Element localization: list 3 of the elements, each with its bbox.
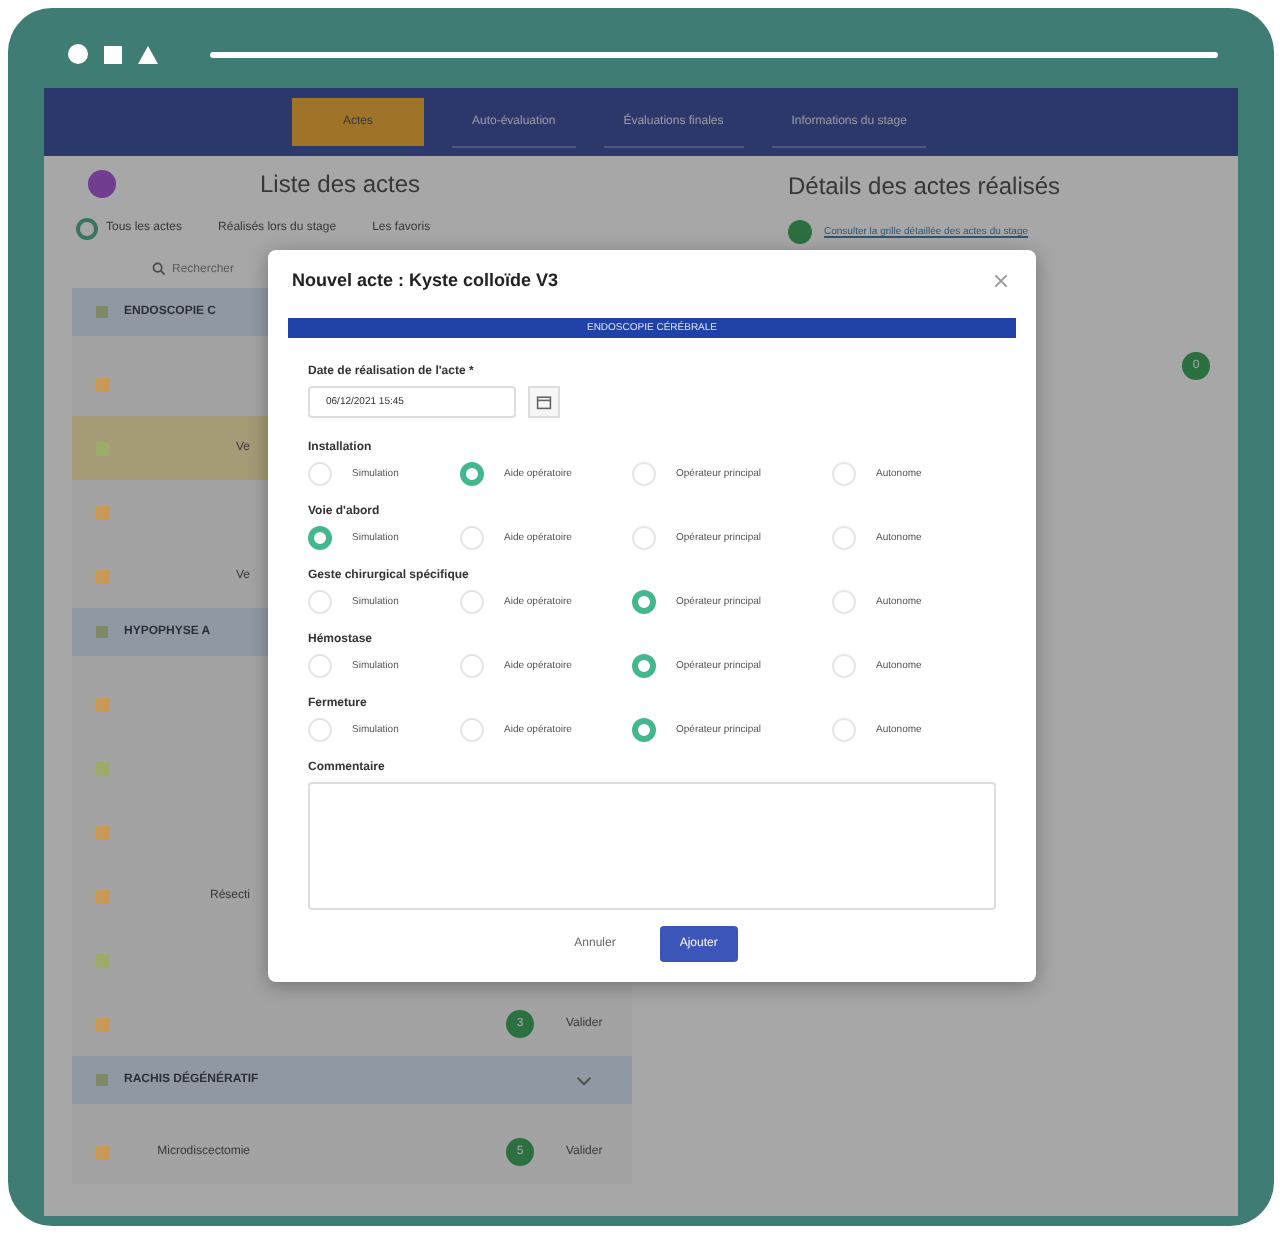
panel-title: Liste des actes	[260, 170, 421, 198]
panel-title: Détails des actes réalisés	[788, 172, 1063, 204]
modal-title: Nouvel acte : Kyste colloïde V3	[292, 270, 559, 290]
